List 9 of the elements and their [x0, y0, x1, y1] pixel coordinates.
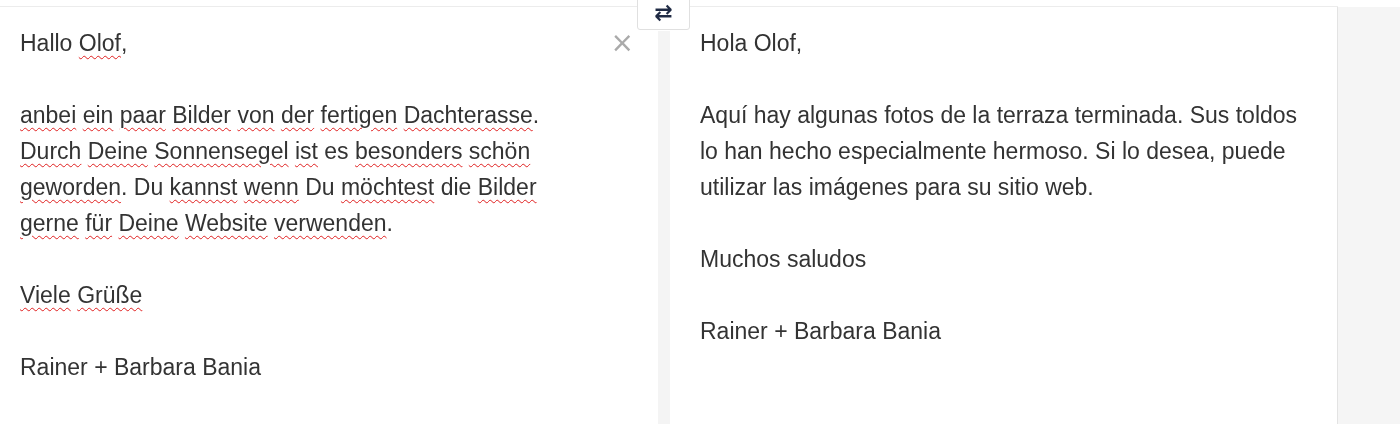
- source-paragraph: anbei ein paar Bilder von der fertigen Dachterasse. Durch Deine Sonnensegel ist es besonders schön geworden. Du kannst wenn Du möchtest die Bilder gerne für Deine Website verwenden.: [20, 101, 541, 238]
- translated-paragraph: Muchos saludos: [700, 245, 868, 274]
- translated-paragraph: Aquí hay algunas fotos de la terraza terminada. Sus toldos lo han hecho especialmente hermoso. Si lo desea, puede utilizar las imágenes para su sitio web.: [700, 101, 1299, 202]
- translated-paragraph: Hola Olof,: [700, 29, 804, 58]
- source-paragraph: Rainer + Barbara Bania: [20, 353, 262, 382]
- translated-paragraph: Rainer + Barbara Bania: [700, 317, 942, 346]
- swap-languages-button[interactable]: ⇄: [637, 0, 690, 30]
- source-paragraph: Viele Grüße: [20, 281, 144, 310]
- source-paragraph: Hallo Olof,: [20, 29, 129, 58]
